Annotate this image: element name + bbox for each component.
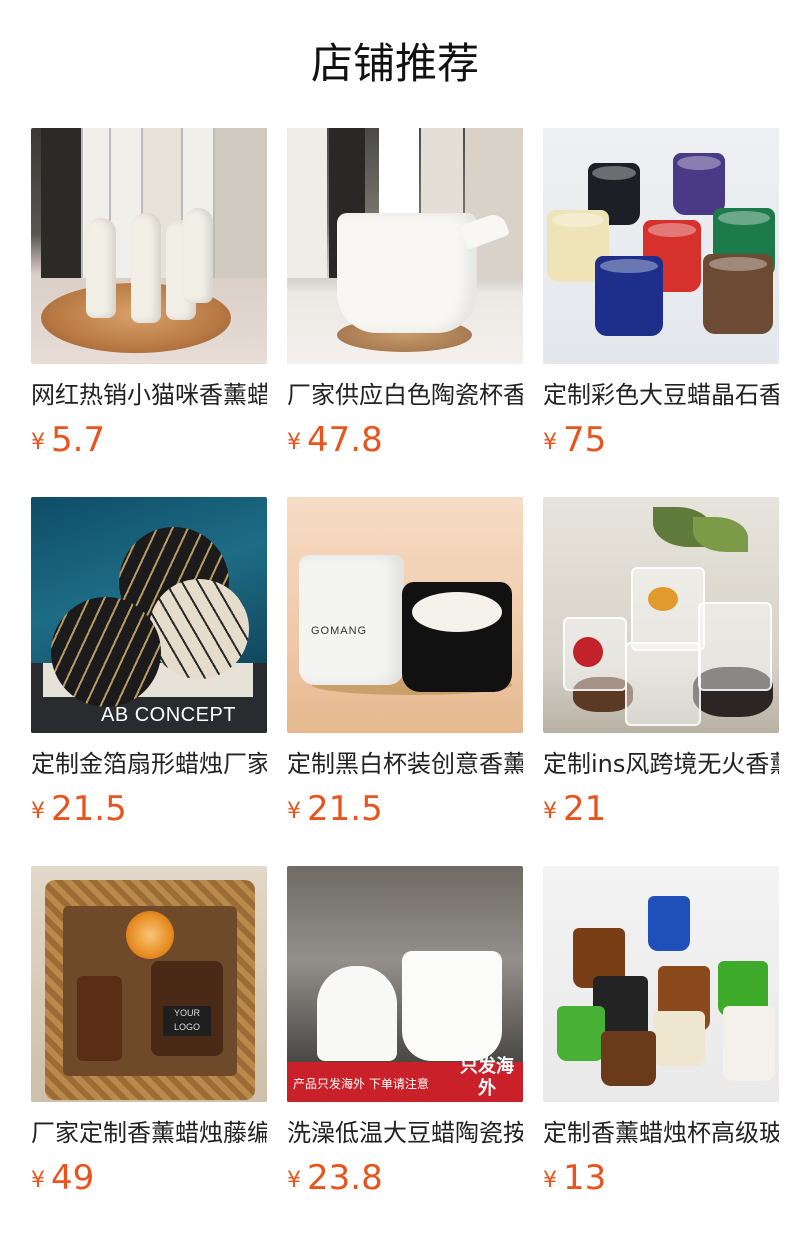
product-image[interactable]: YOUR LOGO [31,866,267,1102]
price-value: 21 [563,789,607,829]
product-price: ¥21.5 [287,787,523,831]
currency-symbol: ¥ [31,799,45,824]
product-image[interactable] [543,497,779,733]
currency-symbol: ¥ [31,430,45,455]
product-name[interactable]: 定制彩色大豆蜡晶石香薰蜡烛 [543,378,779,412]
product-card[interactable]: 厂家供应白色陶瓷杯香薰蜡烛 ¥47.8 [287,128,523,462]
product-name[interactable]: 定制香薰蜡烛杯高级玻璃罐 [543,1116,779,1150]
product-price: ¥49 [31,1156,267,1200]
product-card[interactable]: 产品只发海外 下单请注意 只发海外 洗澡低温大豆蜡陶瓷按摩蜡烛 ¥23.8 [287,866,523,1200]
price-value: 13 [563,1158,607,1198]
currency-symbol: ¥ [287,1168,301,1193]
product-price: ¥21.5 [31,787,267,831]
product-price: ¥75 [543,418,779,462]
currency-symbol: ¥ [543,1168,557,1193]
product-price: ¥23.8 [287,1156,523,1200]
product-name[interactable]: 洗澡低温大豆蜡陶瓷按摩蜡烛 [287,1116,523,1150]
photo-text: YOUR LOGO [163,1006,211,1036]
product-card[interactable]: GOMANG 定制黑白杯装创意香薰蜡烛 ¥21.5 [287,497,523,831]
price-value: 49 [51,1158,95,1198]
photo-text: AB CONCEPT [101,704,237,726]
product-price: ¥5.7 [31,418,267,462]
product-name[interactable]: 定制黑白杯装创意香薰蜡烛 [287,747,523,781]
currency-symbol: ¥ [287,799,301,824]
product-card[interactable]: YOUR LOGO 厂家定制香薰蜡烛藤编礼盒 ¥49 [31,866,267,1200]
price-value: 5.7 [51,420,106,460]
product-name[interactable]: 定制金箔扇形蜡烛厂家 [31,747,267,781]
product-image[interactable]: GOMANG [287,497,523,733]
photo-text: GOMANG [311,625,368,637]
product-card[interactable]: 定制香薰蜡烛杯高级玻璃罐 ¥13 [543,866,779,1200]
product-image[interactable] [543,866,779,1102]
price-value: 47.8 [307,420,383,460]
product-card[interactable]: 网红热销小猫咪香薰蜡烛 ¥5.7 [31,128,267,462]
product-name[interactable]: 定制ins风跨境无火香薰 [543,747,779,781]
product-card[interactable]: 定制ins风跨境无火香薰 ¥21 [543,497,779,831]
product-price: ¥13 [543,1156,779,1200]
price-value: 21.5 [51,789,127,829]
photo-banner-text: 产品只发海外 下单请注意 [293,1077,429,1091]
currency-symbol: ¥ [287,430,301,455]
price-value: 75 [563,420,607,460]
currency-symbol: ¥ [31,1168,45,1193]
overseas-badge: 只发海外 [460,1056,514,1099]
product-image[interactable] [31,128,267,364]
currency-symbol: ¥ [543,799,557,824]
product-name[interactable]: 厂家定制香薰蜡烛藤编礼盒 [31,1116,267,1150]
product-card[interactable]: 定制彩色大豆蜡晶石香薰蜡烛 ¥75 [543,128,779,462]
product-image[interactable]: 产品只发海外 下单请注意 只发海外 [287,866,523,1102]
product-price: ¥47.8 [287,418,523,462]
product-image[interactable]: AB CONCEPT [31,497,267,733]
price-value: 21.5 [307,789,383,829]
page-title: 店铺推荐 [310,39,479,88]
product-image[interactable] [543,128,779,364]
product-price: ¥21 [543,787,779,831]
product-name[interactable]: 网红热销小猫咪香薰蜡烛 [31,378,267,412]
currency-symbol: ¥ [543,430,557,455]
price-value: 23.8 [307,1158,383,1198]
product-name[interactable]: 厂家供应白色陶瓷杯香薰蜡烛 [287,378,523,412]
product-card[interactable]: AB CONCEPT 定制金箔扇形蜡烛厂家 ¥21.5 [31,497,267,831]
product-image[interactable] [287,128,523,364]
